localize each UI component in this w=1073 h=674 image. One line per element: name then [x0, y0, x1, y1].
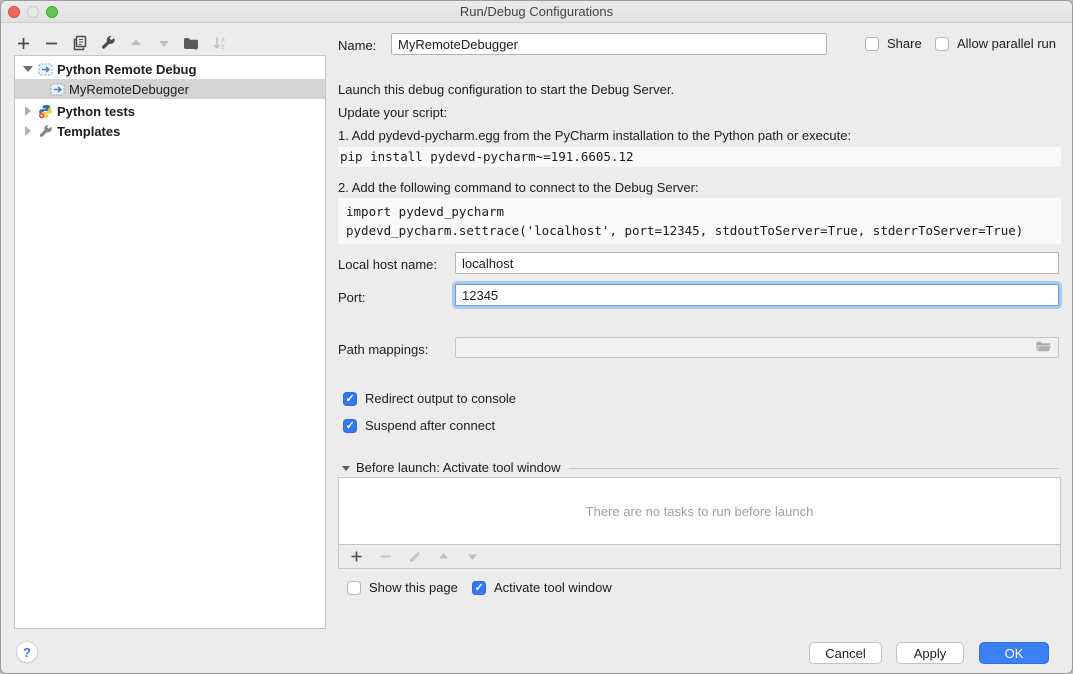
chevron-right-icon[interactable] — [23, 106, 33, 116]
apply-button[interactable]: Apply — [896, 642, 964, 664]
show-this-page-checkbox[interactable] — [347, 581, 361, 595]
port-input[interactable] — [455, 284, 1059, 306]
activate-tool-window-checkbox[interactable] — [472, 581, 486, 595]
tree-item-python-tests[interactable]: Python tests — [15, 101, 325, 121]
show-this-page-label: Show this page — [369, 579, 458, 597]
remove-icon[interactable] — [43, 35, 60, 52]
tree-item-label: MyRemoteDebugger — [69, 82, 189, 97]
python-icon — [37, 103, 53, 119]
local-host-label: Local host name: — [338, 256, 437, 274]
ok-button[interactable]: OK — [979, 642, 1049, 664]
step2-text: 2. Add the following command to connect … — [338, 179, 699, 197]
edit-pencil-icon — [406, 548, 423, 565]
code-line-2: pydevd_pycharm.settrace('localhost', por… — [346, 223, 1023, 238]
configurations-tree: Python Remote Debug MyRemoteDebugger Pyt… — [14, 55, 326, 629]
sort-alphabetically-icon: az — [211, 35, 228, 52]
svg-text:a: a — [221, 37, 225, 44]
remote-debug-icon — [37, 61, 53, 77]
suspend-after-connect-row[interactable]: Suspend after connect — [343, 417, 495, 435]
svg-text:z: z — [221, 44, 225, 51]
suspend-after-connect-label: Suspend after connect — [365, 417, 495, 435]
move-down-icon — [155, 35, 172, 52]
update-script-text: Update your script: — [338, 104, 447, 122]
edit-defaults-wrench-icon[interactable] — [99, 35, 116, 52]
name-input[interactable] — [391, 33, 827, 55]
allow-parallel-run-checkbox[interactable] — [935, 37, 949, 51]
pip-command-text: pip install pydevd-pycharm~=191.6605.12 — [338, 147, 1061, 167]
copy-icon[interactable] — [71, 35, 88, 52]
tree-item-label: Templates — [57, 124, 120, 139]
configurations-toolbar: az — [15, 31, 228, 55]
new-folder-icon[interactable] — [183, 35, 200, 52]
share-checkbox[interactable] — [865, 37, 879, 51]
tree-item-python-remote-debug[interactable]: Python Remote Debug — [15, 59, 325, 79]
redirect-output-row[interactable]: Redirect output to console — [343, 390, 516, 408]
tree-item-myremotedebugger[interactable]: MyRemoteDebugger — [15, 79, 325, 99]
add-icon[interactable] — [348, 548, 365, 565]
chevron-down-icon[interactable] — [23, 64, 33, 74]
redirect-output-label: Redirect output to console — [365, 390, 516, 408]
path-mappings-field[interactable] — [455, 337, 1059, 358]
share-checkbox-row[interactable]: Share — [865, 35, 922, 53]
local-host-input[interactable] — [455, 252, 1059, 274]
section-divider — [569, 468, 1059, 469]
redirect-output-checkbox[interactable] — [343, 392, 357, 406]
tree-item-label: Python tests — [57, 104, 135, 119]
before-launch-label: Before launch: Activate tool window — [356, 459, 561, 477]
remote-debug-icon — [49, 81, 65, 97]
suspend-after-connect-checkbox[interactable] — [343, 419, 357, 433]
run-debug-configurations-dialog: Run/Debug Configurations az — [0, 0, 1073, 674]
show-this-page-row[interactable]: Show this page — [347, 579, 458, 597]
path-mappings-label: Path mappings: — [338, 341, 428, 359]
move-down-icon — [464, 548, 481, 565]
add-icon[interactable] — [15, 35, 32, 52]
tasks-toolbar — [339, 544, 1060, 568]
before-launch-header[interactable]: Before launch: Activate tool window — [342, 459, 1059, 477]
activate-tool-window-label: Activate tool window — [494, 579, 612, 597]
chevron-right-icon[interactable] — [23, 126, 33, 136]
step1-text: 1. Add pydevd-pycharm.egg from the PyCha… — [338, 127, 851, 145]
tree-item-label: Python Remote Debug — [57, 62, 196, 77]
question-mark-icon: ? — [23, 645, 31, 660]
allow-parallel-run-label: Allow parallel run — [957, 35, 1056, 53]
no-tasks-message: There are no tasks to run before launch — [339, 478, 1060, 544]
activate-tool-window-row[interactable]: Activate tool window — [472, 579, 612, 597]
remove-icon — [377, 548, 394, 565]
port-label: Port: — [338, 289, 365, 307]
collapse-section-icon[interactable] — [342, 466, 350, 471]
wrench-icon — [37, 123, 53, 139]
help-button[interactable]: ? — [16, 641, 38, 663]
move-up-icon — [127, 35, 144, 52]
settrace-code-block: import pydevd_pycharm pydevd_pycharm.set… — [338, 198, 1061, 244]
configuration-editor: Name: Share Allow parallel run Launch th… — [338, 1, 1061, 674]
move-up-icon — [435, 548, 452, 565]
allow-parallel-checkbox-row[interactable]: Allow parallel run — [935, 35, 1056, 53]
intro-text: Launch this debug configuration to start… — [338, 81, 674, 99]
code-line-1: import pydevd_pycharm — [346, 204, 504, 219]
before-launch-tasks-panel: There are no tasks to run before launch — [338, 477, 1061, 569]
tree-item-templates[interactable]: Templates — [15, 121, 325, 141]
cancel-button[interactable]: Cancel — [809, 642, 882, 664]
share-label: Share — [887, 35, 922, 53]
name-label: Name: — [338, 37, 376, 55]
browse-folder-icon[interactable] — [1035, 340, 1052, 357]
